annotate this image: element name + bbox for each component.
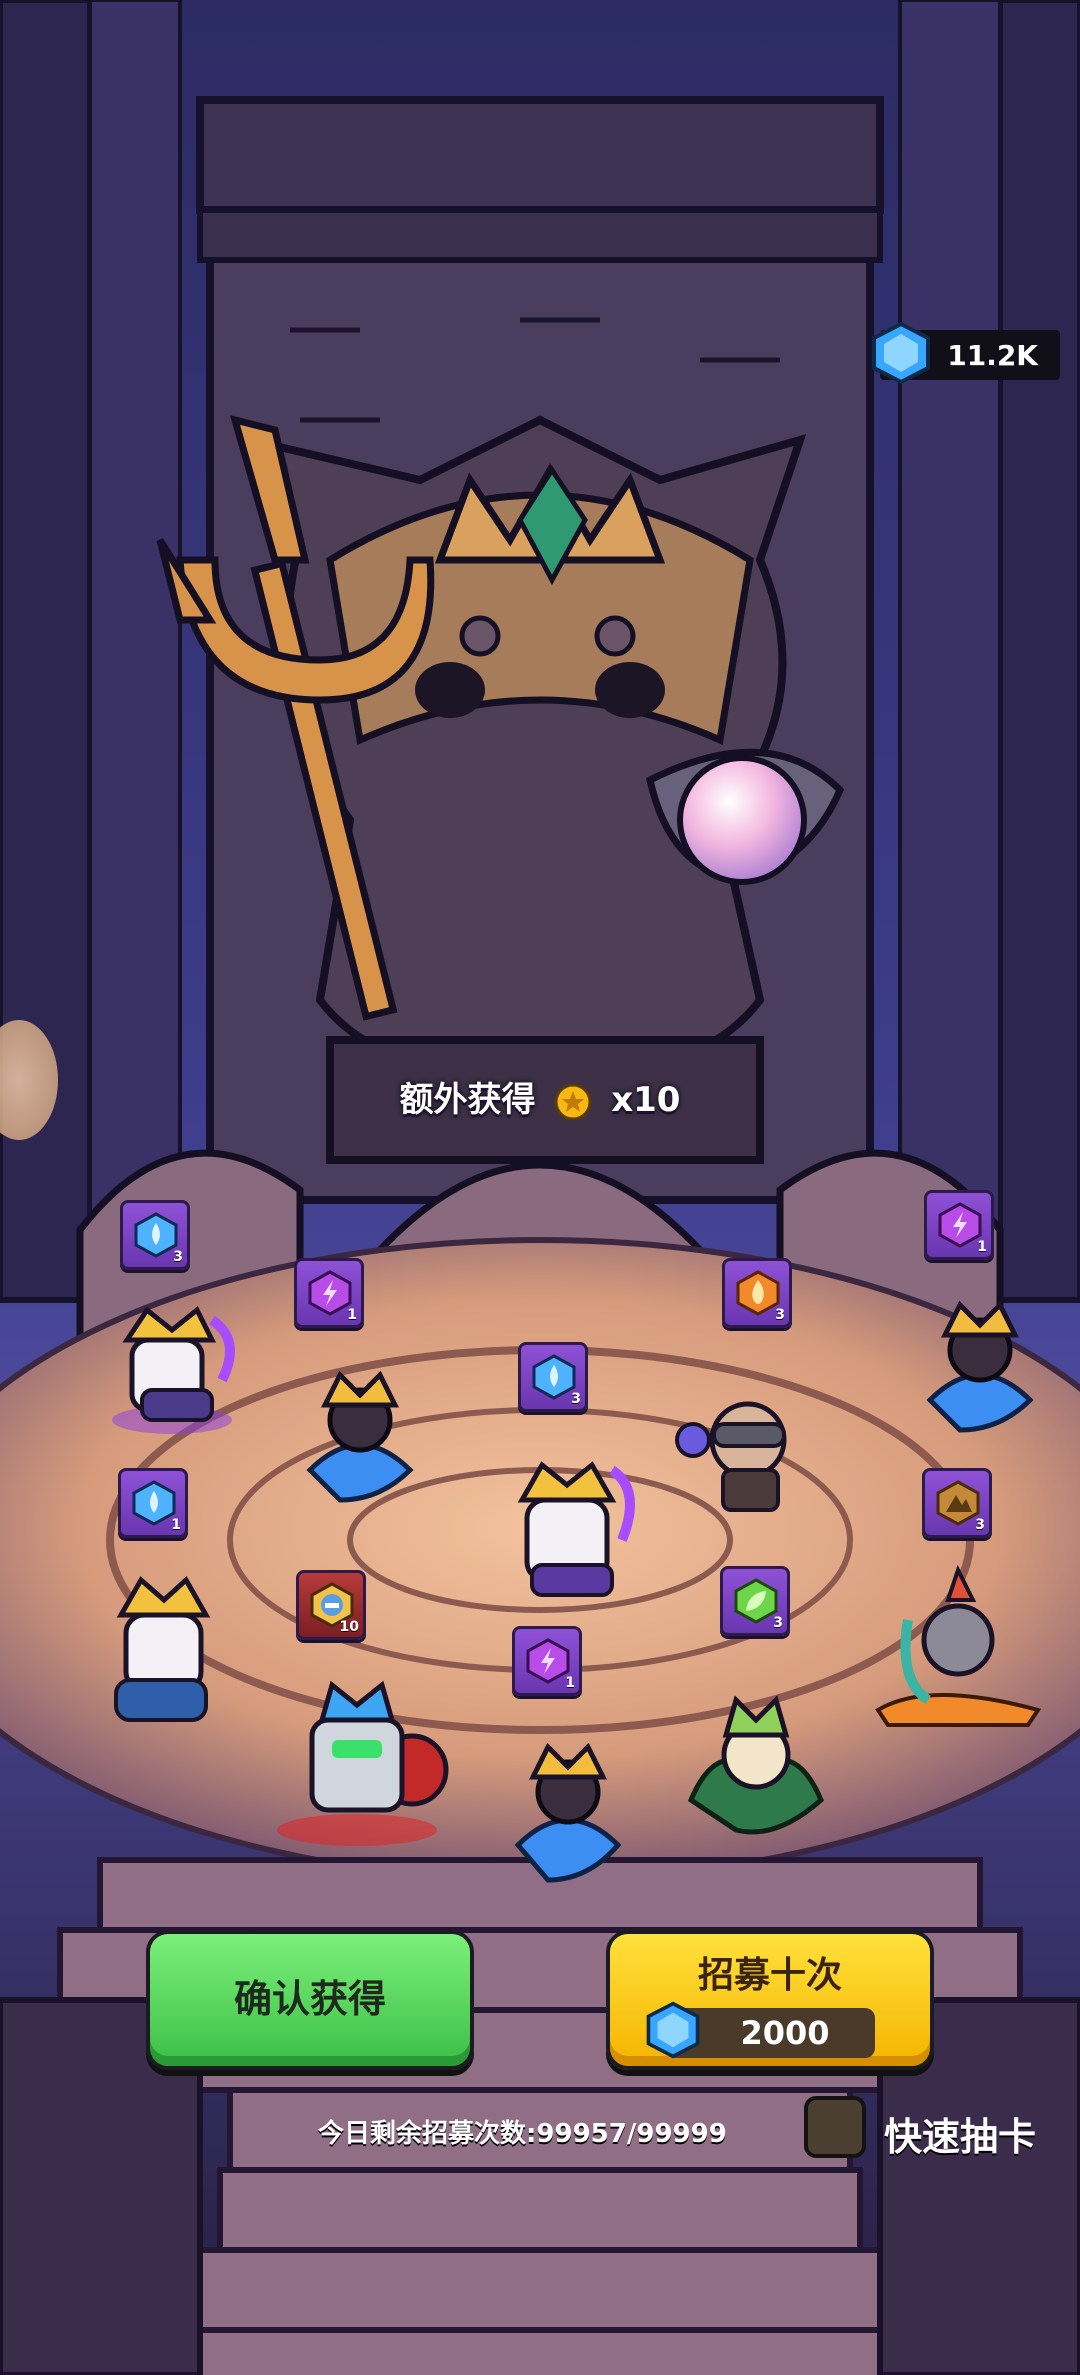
quick-draw-label: 快速抽卡 xyxy=(884,2115,1037,2159)
confirm-label: 确认获得 xyxy=(233,1977,386,2021)
cat-hero-water-dragon-right[interactable] xyxy=(910,1290,1050,1440)
cat-hero-purple-knight[interactable] xyxy=(92,1280,252,1440)
nature-gem-badge[interactable]: 3 xyxy=(720,1566,790,1636)
remaining-recruits: 今日剩余招募次数:99957/99999 xyxy=(318,2119,727,2149)
blue-gem-icon xyxy=(872,321,930,385)
confirm-button[interactable]: 确认获得 xyxy=(146,1930,474,2070)
recruit-ten-label: 招募十次 xyxy=(697,1955,842,1996)
water-gem-badge[interactable]: 1 xyxy=(118,1468,188,1538)
quick-draw-checkbox[interactable] xyxy=(804,2096,866,2158)
cat-hero-blue-rider[interactable] xyxy=(96,1560,236,1730)
lightning-gem-badge[interactable]: 1 xyxy=(924,1190,994,1260)
cat-hero-sea-warrior[interactable] xyxy=(868,1560,1048,1730)
recruit-ten-button[interactable]: 招募十次 2000 xyxy=(606,1930,934,2070)
hero-shard-badge[interactable]: 10 xyxy=(296,1570,366,1640)
gem-count: 11.2K xyxy=(947,338,1038,372)
cat-hero-water-dragon[interactable] xyxy=(290,1360,430,1510)
cat-hero-purple-knight-center[interactable] xyxy=(492,1440,642,1610)
earth-gem-badge[interactable]: 3 xyxy=(922,1468,992,1538)
fire-gem-badge[interactable]: 3 xyxy=(722,1258,792,1328)
cat-hero-water-dragon-front[interactable] xyxy=(498,1730,638,1890)
gem-counter: 11.2K xyxy=(872,321,1060,385)
lightning-gem-badge[interactable]: 1 xyxy=(512,1626,582,1696)
recruit-cost: 2000 xyxy=(646,2001,875,2059)
bonus-label: 额外获得 xyxy=(399,1080,536,1120)
cat-hero-red-mech[interactable] xyxy=(262,1660,452,1850)
water-gem-badge[interactable]: 3 xyxy=(120,1200,190,1270)
lightning-gem-badge[interactable]: 1 xyxy=(294,1258,364,1328)
blue-gem-icon xyxy=(646,2001,700,2059)
recruit-cost-value: 2000 xyxy=(740,2014,830,2052)
water-gem-badge[interactable]: 3 xyxy=(518,1342,588,1412)
bonus-reward: 额外获得 x10 xyxy=(0,1072,1080,1122)
bonus-amount: x10 xyxy=(611,1080,681,1120)
coin-icon xyxy=(554,1083,592,1120)
cat-hero-goggles[interactable] xyxy=(668,1380,818,1520)
cat-hero-green-leaf[interactable] xyxy=(676,1680,836,1850)
